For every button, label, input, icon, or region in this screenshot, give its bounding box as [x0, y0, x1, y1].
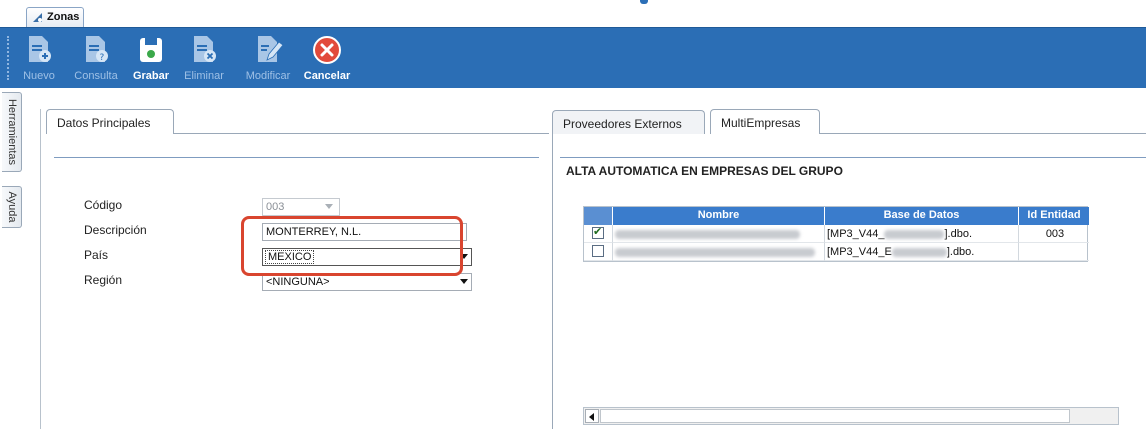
tab-zonas-label: Zonas [47, 11, 80, 23]
tab-strip-line [174, 133, 549, 134]
row-base-datos-cell: [MP3_V44_E ].dbo. [825, 243, 1019, 261]
zone-icon [33, 13, 42, 22]
side-tab-bar: Herramientas Ayuda [0, 88, 26, 429]
chevron-down-icon[interactable] [460, 279, 468, 284]
redacted-db [891, 247, 947, 257]
section-title: ALTA AUTOMATICA EN EMPRESAS DEL GRUPO [566, 164, 843, 178]
datos-form: Código 003 Descripción MONTERREY, N.L. P… [54, 157, 539, 429]
row-db-prefix: [MP3_V44_ [827, 228, 885, 240]
descripcion-label: Descripción [84, 223, 147, 237]
horizontal-scrollbar[interactable] [583, 407, 1119, 425]
grid-header-check [584, 207, 613, 225]
redacted-name [615, 229, 800, 239]
grabar-label: Grabar [132, 70, 170, 82]
row-base-datos-cell: [MP3_V44_ ].dbo. [825, 225, 1019, 243]
cancel-x-icon [313, 36, 341, 64]
tab-proveedores-externos[interactable]: Proveedores Externos [552, 110, 705, 134]
side-tab-herramientas[interactable]: Herramientas [2, 92, 22, 172]
tab-datos-principales[interactable]: Datos Principales [46, 109, 174, 134]
grid-header-nombre[interactable]: Nombre [613, 207, 825, 225]
row-db-prefix: [MP3_V44_E [827, 246, 892, 258]
codigo-combo: 003 [262, 198, 340, 216]
row-nombre-cell [613, 243, 825, 261]
scroll-left-icon[interactable] [585, 409, 599, 423]
scroll-thumb[interactable] [600, 409, 1070, 423]
panel-border [552, 133, 553, 429]
side-tab-ayuda[interactable]: Ayuda [2, 186, 22, 228]
window-edge-marker [640, 0, 648, 4]
redacted-name [615, 247, 815, 257]
consulta-button[interactable]: ? Consulta [70, 32, 122, 86]
row-id-cell: 003 [1019, 225, 1089, 243]
row-db-suffix: ].dbo. [946, 246, 975, 258]
modificar-label: Modificar [245, 70, 291, 82]
new-document-icon [29, 36, 51, 62]
query-document-icon: ? [86, 36, 108, 63]
grabar-button[interactable]: Grabar [128, 32, 174, 86]
consulta-label: Consulta [74, 70, 118, 82]
delete-document-icon [194, 36, 216, 62]
document-tab-bar: Zonas [0, 0, 1146, 27]
save-disk-icon [140, 38, 162, 62]
row-checkbox[interactable] [592, 245, 604, 257]
edit-document-icon [258, 36, 283, 62]
grid-header-base-datos[interactable]: Base de Datos [825, 207, 1019, 225]
side-tab-herramientas-label: Herramientas [5, 98, 18, 166]
chevron-down-icon [325, 204, 333, 209]
table-row-check-cell [584, 225, 613, 243]
tab-strip-line [820, 133, 1146, 134]
cancelar-label: Cancelar [303, 70, 351, 82]
cancelar-button[interactable]: Cancelar [302, 32, 352, 86]
modificar-button[interactable]: Modificar [240, 32, 296, 86]
eliminar-label: Eliminar [184, 70, 224, 82]
tab-proveedores-externos-label: Proveedores Externos [563, 117, 682, 131]
toolbar: Nuevo ? Consulta Grabar Eliminar Modific… [0, 27, 1146, 88]
section-separator [560, 157, 1146, 158]
highlight-annotation [241, 216, 463, 276]
region-label: Región [84, 273, 123, 287]
toolbar-grip[interactable] [7, 36, 10, 80]
codigo-label: Código [84, 198, 123, 212]
nuevo-button[interactable]: Nuevo [16, 32, 62, 86]
row-nombre-cell [613, 225, 825, 243]
empresas-grid: Nombre Base de Datos Id Entidad [MP3_V44… [583, 206, 1089, 262]
codigo-value: 003 [266, 201, 285, 213]
grid-header-id-entidad[interactable]: Id Entidad [1019, 207, 1089, 225]
tab-multiempresas[interactable]: MultiEmpresas [710, 109, 820, 134]
pais-label: País [84, 248, 109, 262]
tab-datos-principales-label: Datos Principales [57, 116, 151, 130]
row-db-suffix: ].dbo. [944, 228, 973, 240]
side-tab-ayuda-label: Ayuda [5, 191, 18, 223]
table-row-check-cell [584, 243, 613, 261]
region-value: <NINGUNA> [266, 276, 330, 288]
nuevo-label: Nuevo [23, 70, 55, 82]
svg-text:?: ? [100, 53, 105, 63]
redacted-db [884, 229, 945, 239]
tab-multiempresas-label: MultiEmpresas [721, 116, 801, 130]
tab-zonas[interactable]: Zonas [26, 7, 84, 27]
row-id-cell [1019, 243, 1089, 261]
row-checkbox[interactable] [592, 225, 604, 239]
eliminar-button[interactable]: Eliminar [180, 32, 228, 86]
multiempresas-panel: Proveedores Externos MultiEmpresas ALTA … [552, 109, 1146, 429]
